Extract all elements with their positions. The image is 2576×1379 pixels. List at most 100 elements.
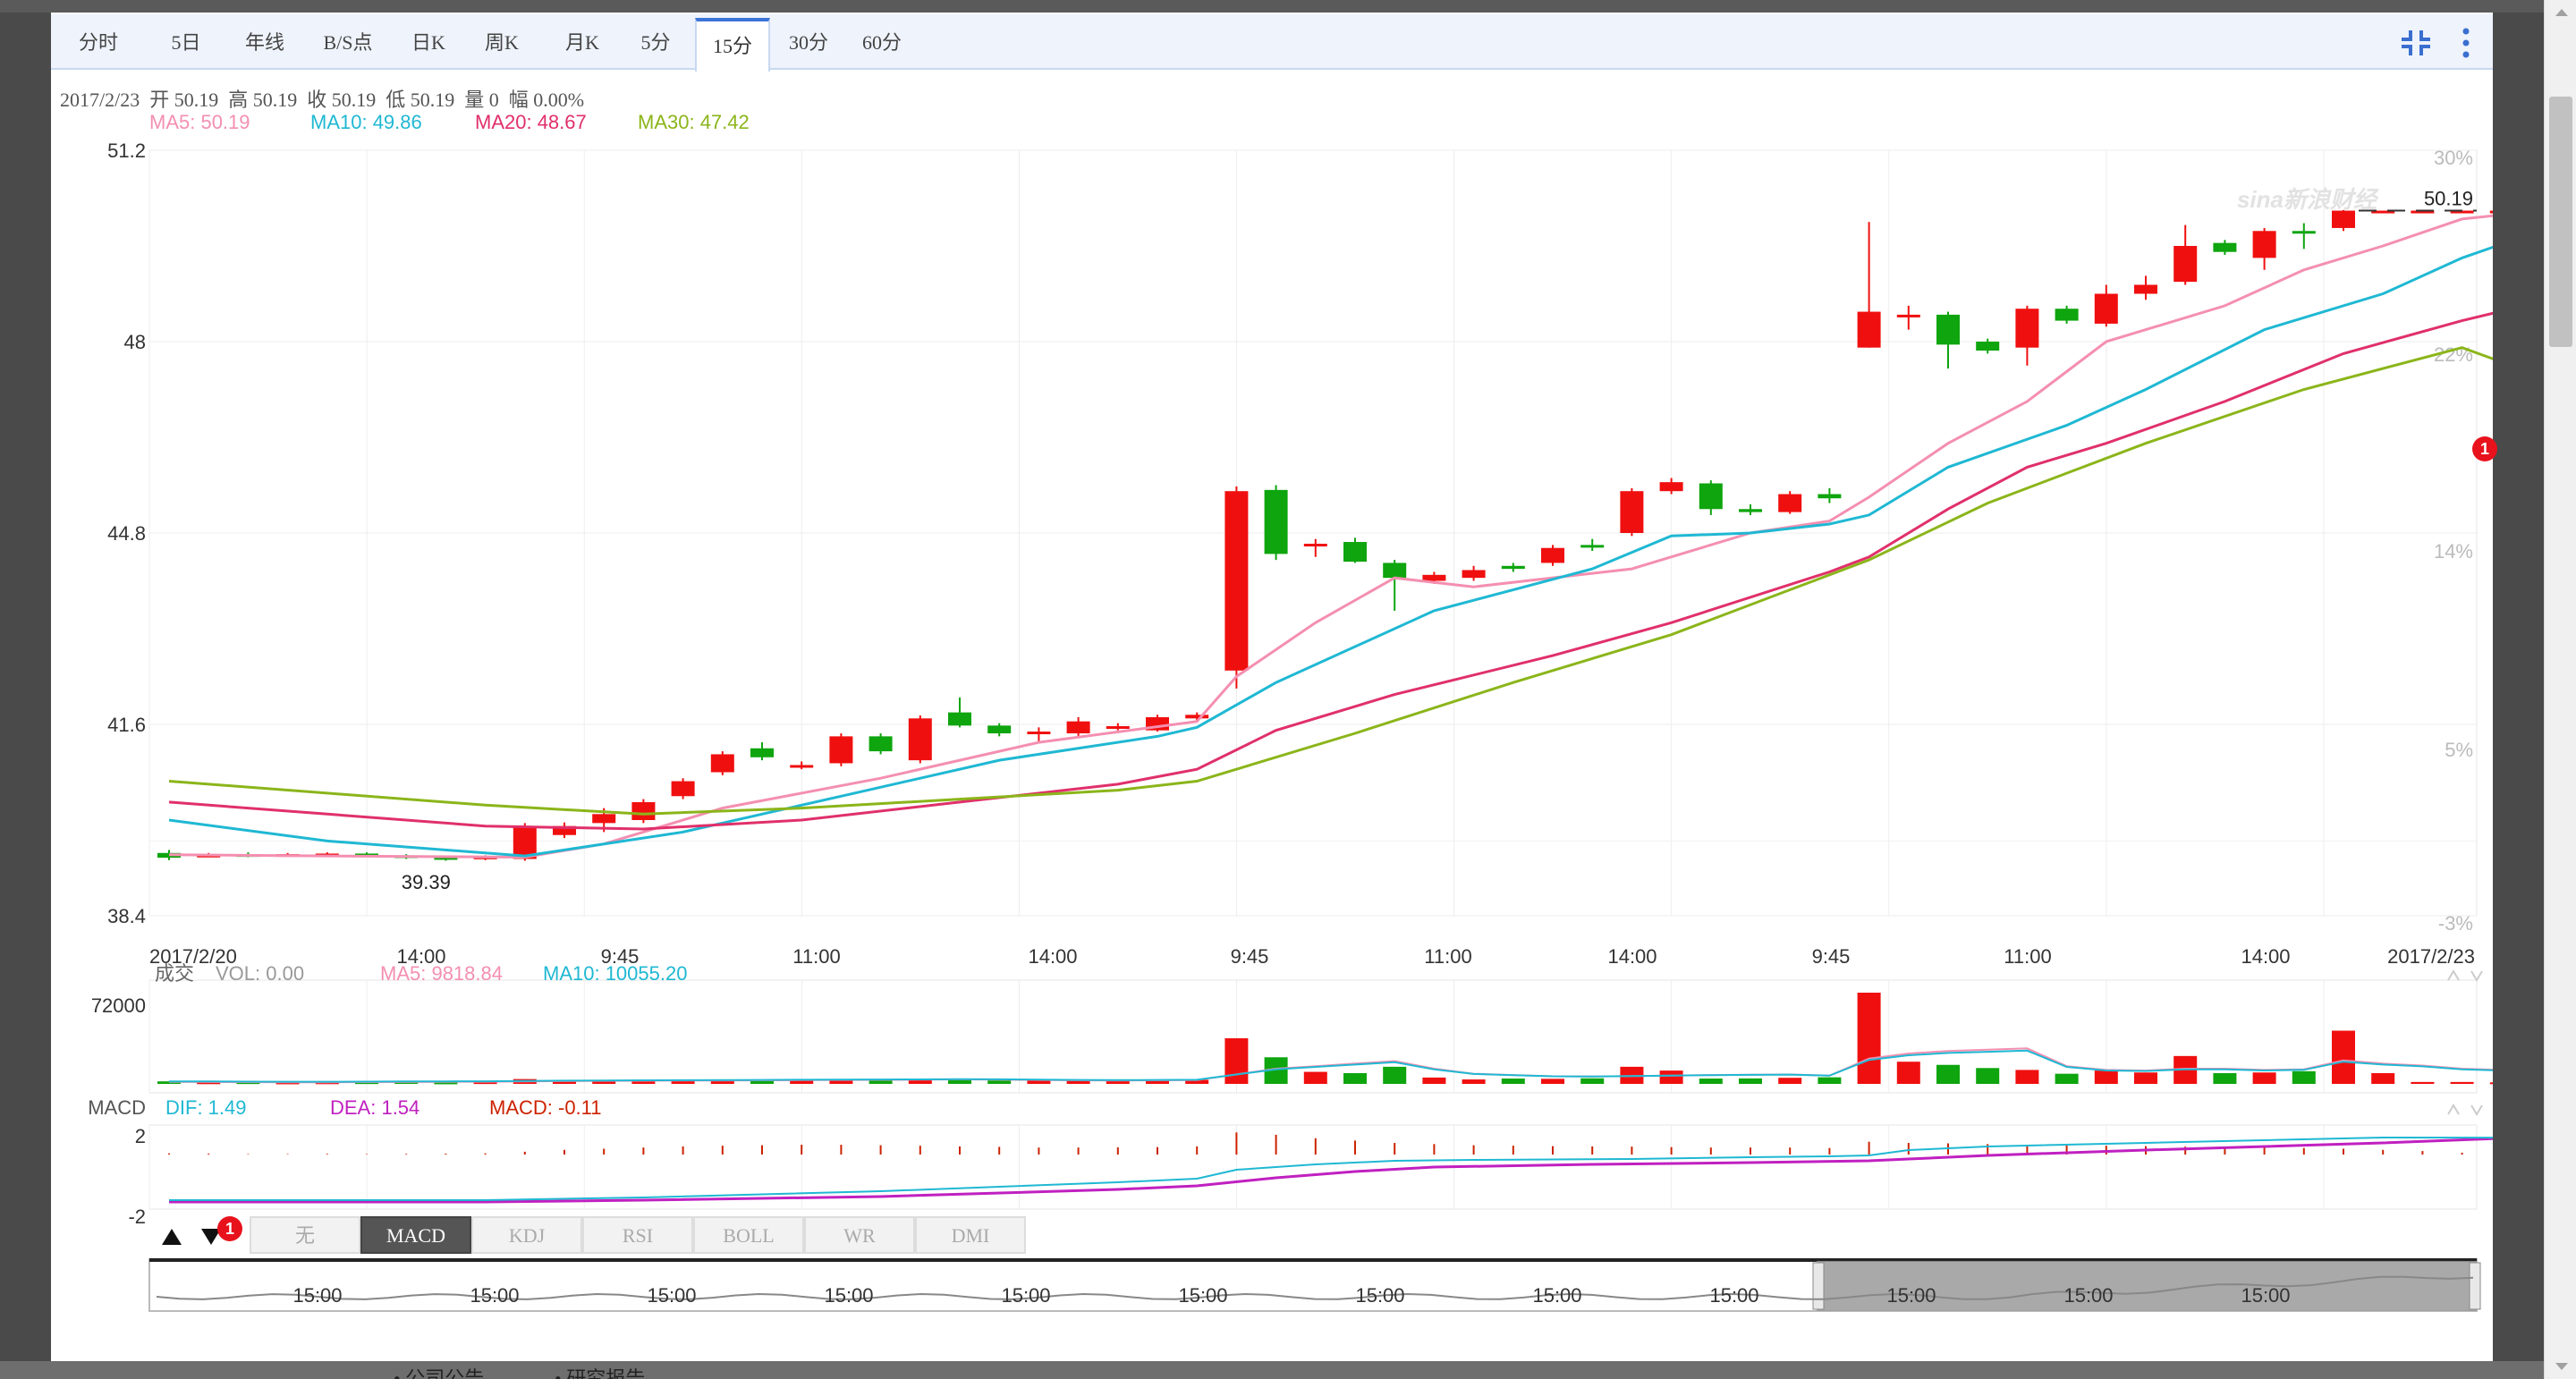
candle-body — [1620, 491, 1644, 533]
volume-bar — [1501, 1079, 1525, 1084]
volume-bar — [1778, 1078, 1802, 1084]
scroll-down-arrow-icon[interactable] — [2555, 1363, 2568, 1370]
candle-body — [671, 781, 695, 797]
scroll-thumb[interactable] — [2549, 97, 2572, 347]
navigator-time-label: 15:00 — [1355, 1284, 1404, 1307]
moving-average-line-ma5 — [168, 214, 2493, 859]
volume-bar — [2450, 1081, 2474, 1084]
volume-axis-label: 72000 — [91, 994, 146, 1017]
page-scrollbar[interactable] — [2544, 0, 2576, 1379]
candle-body — [710, 754, 734, 773]
navigator-time-label: 15:00 — [470, 1284, 519, 1307]
time-axis-label: 9:45 — [1812, 945, 1851, 968]
page-backdrop-bottom: • 公司公告 • 研究报告 — [0, 1361, 2576, 1379]
volume-bar — [1343, 1072, 1367, 1084]
volume-bar — [1383, 1066, 1407, 1084]
volume-label-prefix: 成交 — [155, 962, 194, 985]
navigator-time-label: 15:00 — [1178, 1284, 1227, 1307]
candle-body — [908, 718, 932, 761]
indicator-tab-kdj[interactable]: KDJ — [471, 1216, 582, 1254]
percent-axis-label: 5% — [2445, 739, 2473, 761]
volume-bar — [1541, 1079, 1564, 1084]
candle-body — [2055, 309, 2079, 321]
candle-body — [1303, 544, 1327, 547]
candle-body — [2292, 231, 2316, 234]
candle-body — [2332, 210, 2355, 228]
macd-label: MACD — [88, 1096, 146, 1119]
candle-body — [750, 748, 774, 757]
kline-chart[interactable]: 51.24844.841.638.430%22%14%5%-3%2017/2/2… — [51, 13, 2493, 1361]
min-price-label: 39.39 — [402, 871, 451, 893]
price-axis-label: 44.8 — [107, 522, 146, 545]
candle-body — [948, 712, 971, 726]
candle-body — [1264, 489, 1288, 554]
volume-bar — [1699, 1079, 1723, 1084]
moving-average-line-ma20 — [168, 311, 2493, 831]
notification-badge: 1 — [217, 1216, 242, 1241]
volume-bar — [1462, 1079, 1486, 1084]
candle-body — [1541, 547, 1564, 563]
volume-bar — [2015, 1070, 2039, 1084]
volume-bar — [1976, 1068, 2000, 1084]
volume-bar — [1066, 1080, 1090, 1084]
macd-pane-collapse-icon — [2470, 1104, 2483, 1116]
candle-body — [2213, 242, 2237, 252]
indicator-tab-none[interactable]: 无 — [250, 1216, 360, 1254]
navigator-time-label: 15:00 — [1709, 1284, 1758, 1307]
backdrop-text-fragment: • 研究报告 — [555, 1367, 646, 1379]
indicator-tab-macd[interactable]: MACD — [360, 1216, 471, 1254]
volume-bar — [2252, 1072, 2276, 1084]
macd-dea-line — [169, 1137, 2493, 1204]
candle-body — [1936, 314, 1960, 345]
candle-body — [790, 765, 814, 768]
indicator-tab-boll[interactable]: BOLL — [693, 1216, 804, 1254]
macd-pane-expand-icon — [2447, 1104, 2460, 1115]
volume-bar — [1936, 1064, 1960, 1084]
time-axis-label: 14:00 — [1607, 945, 1657, 968]
volume-bar — [2134, 1072, 2157, 1084]
indicator-tab-wr[interactable]: WR — [804, 1216, 915, 1254]
candle-body — [1580, 545, 1605, 548]
candle-body — [2134, 284, 2157, 294]
candle-body — [987, 725, 1012, 734]
candle-body — [1501, 565, 1525, 570]
candle-body — [1857, 311, 1881, 348]
sina-finance-watermark: sina新浪财经 — [2237, 186, 2379, 213]
time-axis-label: 11:00 — [2004, 945, 2051, 968]
candle-body — [1896, 314, 1920, 317]
candle-body — [1066, 721, 1090, 734]
volume-bar — [1422, 1077, 1446, 1084]
time-axis-label: 11:00 — [1424, 945, 1471, 968]
volume-bar — [1896, 1062, 1920, 1084]
time-axis-label: 2017/2/23 — [2387, 945, 2475, 968]
volume-bar — [2213, 1072, 2237, 1084]
indicator-tab-dmi[interactable]: DMI — [915, 1216, 1026, 1254]
price-axis-label: 51.2 — [107, 140, 146, 162]
panel-expand-up-icon[interactable] — [158, 1220, 185, 1252]
volume-bar — [1027, 1080, 1051, 1084]
candle-body — [869, 736, 893, 752]
volume-bar — [2371, 1072, 2395, 1084]
candle-body — [1699, 483, 1723, 510]
scroll-up-arrow-icon[interactable] — [2555, 9, 2568, 16]
indicator-tab-rsi[interactable]: RSI — [582, 1216, 693, 1254]
side-notification-badge[interactable]: 1 — [2472, 436, 2497, 461]
volume-bar — [2411, 1081, 2435, 1084]
volume-bar — [1580, 1078, 1605, 1084]
volume-bar — [2055, 1073, 2079, 1084]
moving-average-line-ma30 — [168, 346, 2493, 816]
volume-legend-ma5: MA5: 9818.84 — [380, 962, 503, 985]
macd-dif-line — [169, 1136, 2493, 1201]
candle-body — [1976, 342, 2000, 351]
navigator-time-label: 15:00 — [292, 1284, 342, 1307]
volume-bar — [1739, 1078, 1762, 1084]
candle-body — [1462, 570, 1486, 579]
volume-bar — [987, 1080, 1012, 1084]
candle-body — [2174, 246, 2198, 283]
candle-body — [1106, 726, 1130, 730]
volume-bar — [1224, 1038, 1249, 1084]
navigator-time-label: 15:00 — [1532, 1284, 1581, 1307]
candle-body — [1027, 732, 1051, 735]
volume-bar — [790, 1080, 814, 1084]
volume-pane-collapse-icon — [2470, 970, 2483, 982]
